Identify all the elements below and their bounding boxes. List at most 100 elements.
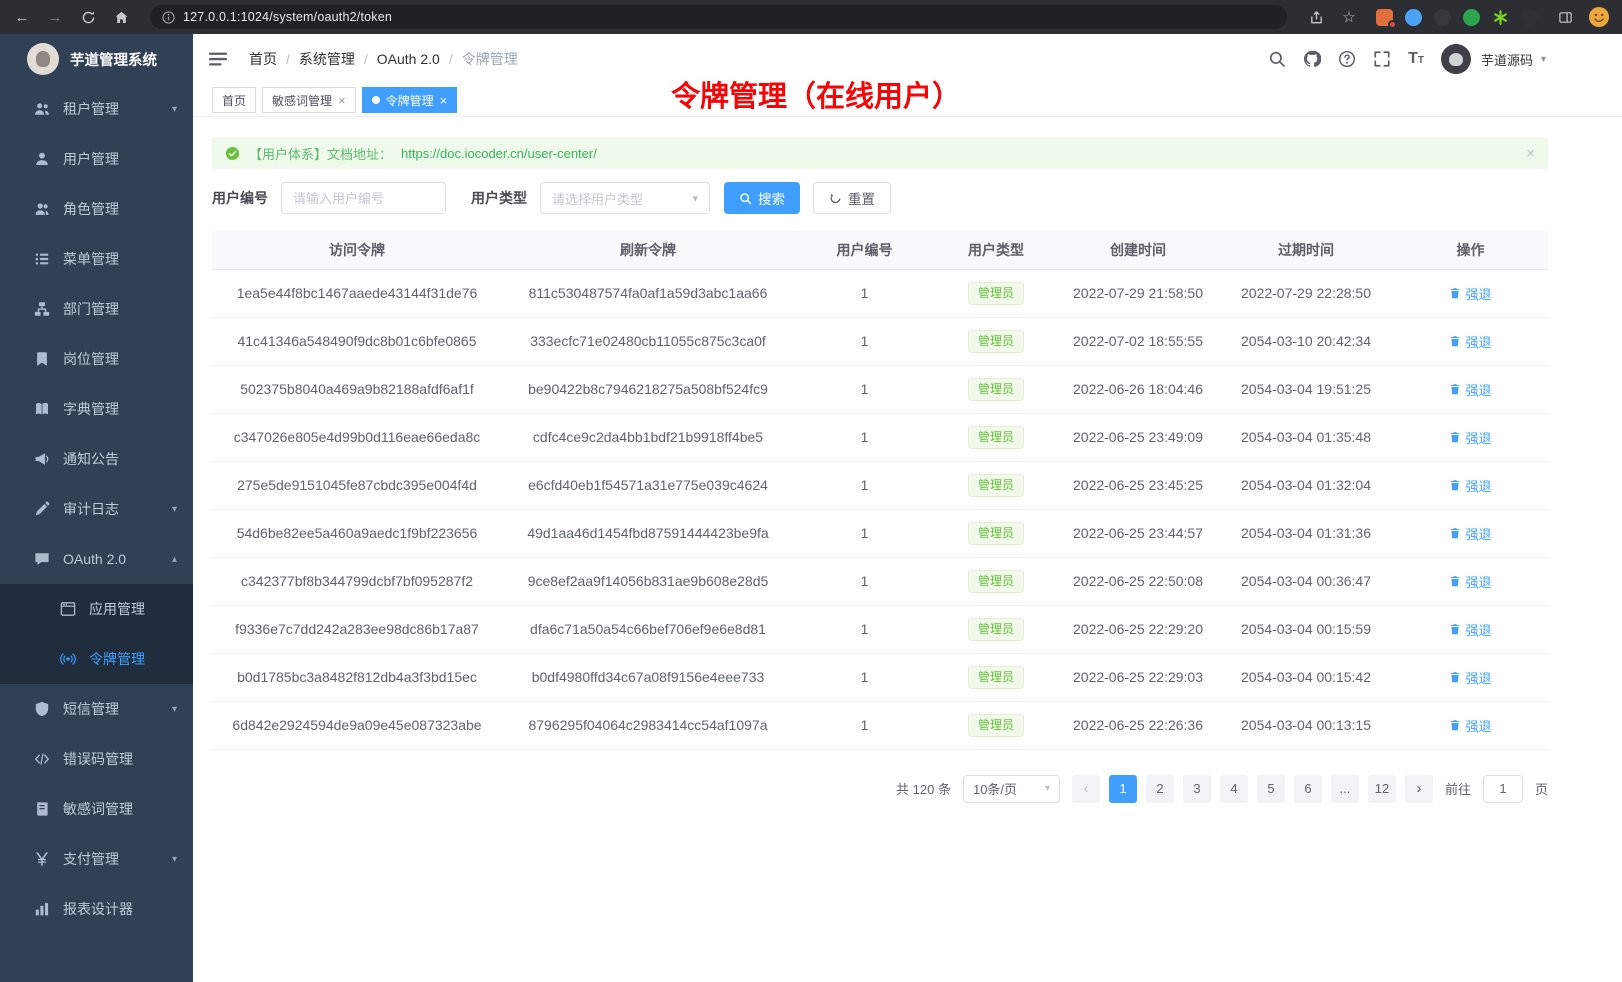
create-time-cell: 2022-06-25 22:29:03 (1057, 653, 1219, 701)
search-icon[interactable] (1268, 50, 1286, 68)
tab-home[interactable]: 首页 (212, 87, 256, 113)
pager-page-button[interactable]: 6 (1294, 775, 1322, 803)
forward-button[interactable]: → (45, 7, 65, 27)
user-id-cell: 1 (794, 413, 935, 461)
share-icon[interactable] (1306, 7, 1326, 27)
app-logo[interactable]: 芋道管理系统 (0, 34, 193, 84)
force-logout-button[interactable]: 强退 (1449, 284, 1491, 303)
goto-suffix: 页 (1535, 779, 1548, 798)
force-logout-button[interactable]: 强退 (1449, 524, 1491, 543)
sidebar-item-user[interactable]: 用户管理 (0, 134, 193, 184)
sidebar-item-label: OAuth 2.0 (63, 551, 126, 567)
breadcrumb-item[interactable]: 系统管理 (299, 49, 355, 69)
breadcrumb-separator: / (364, 51, 368, 67)
hamburger-icon[interactable] (208, 49, 228, 69)
breadcrumb-item[interactable]: OAuth 2.0 (377, 51, 440, 67)
force-logout-button[interactable]: 强退 (1449, 572, 1491, 591)
sidebar-item-oauth2-app[interactable]: 应用管理 (0, 584, 193, 634)
table-row: 275e5de9151045fe87cbdc395e004f4de6cfd40e… (212, 461, 1548, 509)
extension-icon[interactable] (1492, 9, 1509, 26)
fullscreen-icon[interactable] (1373, 50, 1391, 68)
user-type-badge: 管理员 (968, 282, 1024, 305)
help-icon[interactable] (1338, 50, 1356, 68)
user-avatar[interactable] (1441, 44, 1471, 74)
force-logout-button[interactable]: 强退 (1449, 716, 1491, 735)
force-logout-button[interactable]: 强退 (1449, 332, 1491, 351)
browser-profile-avatar[interactable] (1588, 6, 1610, 28)
username[interactable]: 芋道源码 (1481, 50, 1533, 69)
action-cell: 强退 (1393, 365, 1548, 413)
font-size-icon[interactable]: TT (1408, 51, 1424, 67)
sidebar-item-post[interactable]: 岗位管理 (0, 334, 193, 384)
address-bar[interactable]: 127.0.0.1:1024/system/oauth2/token (150, 5, 1287, 29)
home-button[interactable] (111, 7, 131, 27)
pager-page-button[interactable]: 2 (1146, 775, 1174, 803)
extension-icon[interactable] (1376, 9, 1393, 26)
user-id-input[interactable] (281, 182, 446, 214)
side-panel-icon[interactable] (1555, 7, 1575, 27)
sidebar-item-tenant[interactable]: 租户管理▾ (0, 84, 193, 134)
pager-next-button[interactable]: › (1405, 775, 1433, 803)
user-id-cell: 1 (794, 461, 935, 509)
extension-icon[interactable] (1434, 9, 1451, 26)
force-logout-button[interactable]: 强退 (1449, 428, 1491, 447)
sidebar-item-role[interactable]: 角色管理 (0, 184, 193, 234)
page-size-select[interactable]: 10条/页 ▾ (963, 775, 1060, 803)
chevron-up-icon: ▴ (172, 554, 177, 565)
user-type-label: 用户类型 (471, 188, 527, 208)
chevron-down-icon: ▾ (172, 504, 177, 515)
pager-page-button[interactable]: 1 (1109, 775, 1137, 803)
trash-icon (1449, 383, 1461, 395)
user-type-select[interactable]: 请选择用户类型 ▾ (540, 182, 710, 214)
pager-page-button[interactable]: 5 (1257, 775, 1285, 803)
pager-page-button[interactable]: 3 (1183, 775, 1211, 803)
sidebar-item-dict[interactable]: 字典管理 (0, 384, 193, 434)
sidebar-item-oauth2[interactable]: OAuth 2.0 ▴ (0, 534, 193, 584)
force-logout-button[interactable]: 强退 (1449, 476, 1491, 495)
tab-sensitive-word[interactable]: 敏感词管理× (262, 87, 356, 113)
reset-button[interactable]: 重置 (813, 182, 891, 214)
access-token-cell: 275e5de9151045fe87cbdc395e004f4d (212, 461, 502, 509)
sidebar-item-report-designer[interactable]: 报表设计器 (0, 884, 193, 934)
extension-icon[interactable] (1405, 9, 1422, 26)
report-icon (34, 901, 50, 917)
trash-icon (1449, 431, 1461, 443)
site-info-icon[interactable] (162, 11, 175, 24)
search-button[interactable]: 搜索 (724, 182, 800, 214)
expire-time-cell: 2054-03-10 20:42:34 (1219, 317, 1393, 365)
breadcrumb-item[interactable]: 首页 (249, 49, 277, 69)
sidebar-item-audit-log[interactable]: 审计日志▾ (0, 484, 193, 534)
extension-icon[interactable] (1463, 9, 1480, 26)
force-logout-button[interactable]: 强退 (1449, 380, 1491, 399)
pager-page-button[interactable]: 12 (1368, 775, 1396, 803)
sidebar-menu: 租户管理▾用户管理角色管理菜单管理部门管理岗位管理字典管理通知公告审计日志▾OA… (0, 84, 193, 934)
github-icon[interactable] (1303, 50, 1321, 68)
alert-close-icon[interactable]: × (1526, 145, 1535, 162)
sidebar-item-menu[interactable]: 菜单管理 (0, 234, 193, 284)
extension-icon[interactable] (1521, 9, 1538, 26)
force-logout-button[interactable]: 强退 (1449, 668, 1491, 687)
goto-page-input[interactable] (1483, 775, 1523, 803)
close-icon[interactable]: × (440, 94, 448, 107)
sidebar-item-sms[interactable]: 短信管理▾ (0, 684, 193, 734)
sidebar-item-dept[interactable]: 部门管理 (0, 284, 193, 334)
pager-page-button[interactable]: 4 (1220, 775, 1248, 803)
back-button[interactable]: ← (12, 7, 32, 27)
sidebar-item-error-code[interactable]: 错误码管理 (0, 734, 193, 784)
bookmark-star-icon[interactable]: ☆ (1339, 7, 1359, 27)
tab-label: 令牌管理 (386, 92, 434, 109)
sidebar-item-pay[interactable]: 支付管理▾ (0, 834, 193, 884)
doc-link[interactable]: https://doc.iocoder.cn/user-center/ (401, 146, 597, 161)
sidebar-item-oauth2-token[interactable]: 令牌管理 (0, 634, 193, 684)
refresh-token-cell: dfa6c71a50a54c66bef706ef9e6e8d81 (502, 605, 794, 653)
search-button-label: 搜索 (758, 188, 785, 208)
create-time-cell: 2022-06-25 23:49:09 (1057, 413, 1219, 461)
chevron-down-icon[interactable]: ▾ (1541, 54, 1546, 65)
force-logout-button[interactable]: 强退 (1449, 620, 1491, 639)
pager-prev-button[interactable]: ‹ (1072, 775, 1100, 803)
close-icon[interactable]: × (338, 94, 346, 107)
tab-token[interactable]: 令牌管理 × (362, 87, 458, 113)
sidebar-item-sensitive-word[interactable]: 敏感词管理 (0, 784, 193, 834)
sidebar-item-notice[interactable]: 通知公告 (0, 434, 193, 484)
reload-button[interactable] (78, 7, 98, 27)
